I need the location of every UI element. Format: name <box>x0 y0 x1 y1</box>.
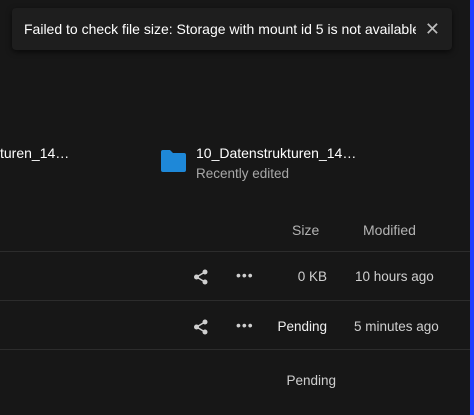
close-icon[interactable]: ✕ <box>416 19 440 40</box>
file-size: Pending <box>286 373 336 388</box>
toast-message: Failed to check file size: Storage with … <box>24 21 416 37</box>
recent-folder-subtitle: Recently edited <box>196 166 290 181</box>
more-icon[interactable]: ••• <box>236 317 254 333</box>
column-header-modified[interactable]: Modified <box>363 222 416 238</box>
file-size: 0 KB <box>297 269 327 284</box>
share-icon[interactable] <box>193 319 209 335</box>
share-icon[interactable] <box>193 269 209 285</box>
recent-file-title[interactable]: turen_14… <box>0 145 69 161</box>
modified-time: 5 minutes ago <box>354 319 439 334</box>
folder-icon <box>161 150 186 172</box>
modified-time: 10 hours ago <box>355 269 434 284</box>
file-size: Pending <box>277 319 327 334</box>
recent-folder-title: 10_Datenstrukturen_14… <box>196 145 357 161</box>
table-row[interactable]: ••• Pending 5 minutes ago <box>0 301 470 349</box>
error-toast: Failed to check file size: Storage with … <box>12 8 452 50</box>
more-icon[interactable]: ••• <box>236 267 254 283</box>
window-edge <box>470 0 474 415</box>
table-row[interactable]: Pending <box>0 350 470 398</box>
column-header-size[interactable]: Size <box>292 222 319 238</box>
table-row[interactable]: ••• 0 KB 10 hours ago <box>0 252 470 300</box>
recent-folder-card[interactable]: 10_Datenstrukturen_14… Recently edited <box>160 144 356 184</box>
